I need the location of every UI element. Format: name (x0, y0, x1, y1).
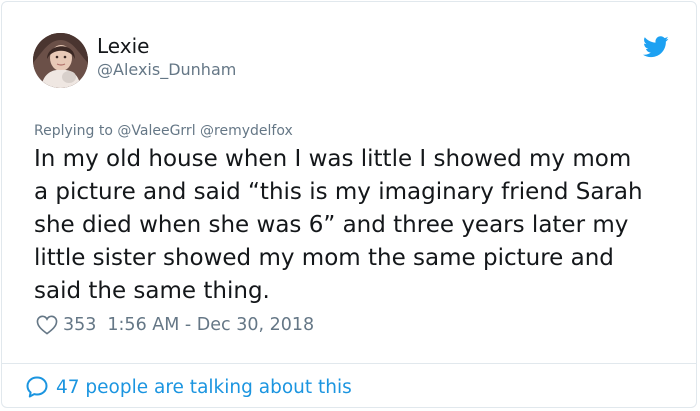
display-name[interactable]: Lexie (97, 33, 149, 59)
tweet-timestamp[interactable]: 1:56 AM - Dec 30, 2018 (107, 315, 314, 335)
tweet-text-line: said the same thing. (34, 278, 270, 304)
tweet-text-line: little sister showed my mom the same pic… (34, 245, 614, 271)
tweet-text-line: In my old house when I was little I show… (34, 146, 632, 172)
conversation-count-label[interactable]: 47 people are talking about this (56, 377, 352, 398)
mention-link[interactable]: @remydelfox (200, 123, 293, 139)
tweet-text: In my old house when I was little I show… (34, 143, 684, 308)
tweet-text-line: a picture and said “this is my imaginary… (34, 179, 643, 205)
speech-bubble-icon (26, 376, 48, 398)
twitter-bird-icon[interactable] (643, 36, 669, 58)
tweet-meta: 353 1:56 AM - Dec 30, 2018 (36, 313, 314, 337)
like-count[interactable]: 353 (63, 315, 96, 335)
tweet-text-line: she died when she was 6” and three years… (34, 212, 629, 238)
mention-link[interactable]: @ValeeGrrl (117, 123, 195, 139)
reply-context: Replying to @ValeeGrrl @remydelfox (34, 121, 293, 141)
tweet-card: Lexie @Alexis_Dunham Replying to @ValeeG… (1, 1, 697, 408)
divider (2, 363, 696, 364)
avatar[interactable] (33, 33, 88, 88)
reply-prefix: Replying to (34, 123, 113, 139)
heart-icon[interactable] (36, 315, 58, 335)
user-handle[interactable]: @Alexis_Dunham (97, 59, 236, 81)
conversation-link[interactable]: 47 people are talking about this (25, 374, 352, 400)
